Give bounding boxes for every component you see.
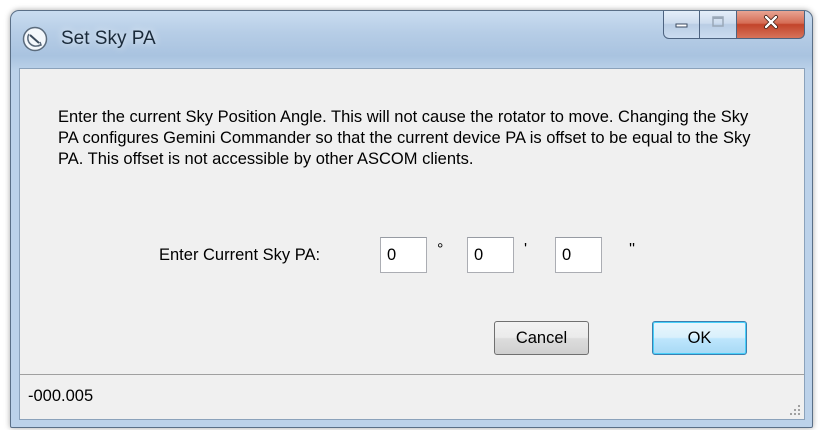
ok-button[interactable]: OK — [652, 321, 747, 355]
dialog-window: Set Sky PA Enter the current Sky Positio… — [10, 10, 813, 428]
description-text: Enter the current Sky Position Angle. Th… — [58, 108, 751, 168]
minimize-icon — [674, 16, 690, 34]
caption-buttons — [663, 11, 805, 39]
minutes-symbol: ' — [524, 241, 528, 258]
minimize-button[interactable] — [663, 11, 700, 39]
close-button[interactable] — [737, 11, 805, 39]
close-icon — [762, 14, 780, 35]
dialog-body: Enter the current Sky Position Angle. Th… — [19, 68, 805, 420]
maximize-icon — [710, 15, 726, 34]
rotator-icon — [22, 26, 48, 52]
status-bar: -000.005 — [20, 374, 804, 419]
degrees-symbol: ° — [437, 241, 444, 258]
degrees-input[interactable] — [380, 237, 427, 273]
title-bar[interactable]: Set Sky PA — [11, 11, 812, 69]
status-text: -000.005 — [28, 387, 94, 405]
resize-grip-icon[interactable] — [787, 402, 801, 416]
minutes-input[interactable] — [467, 237, 514, 273]
window-title: Set Sky PA — [61, 28, 156, 49]
seconds-symbol: '' — [629, 241, 636, 258]
sky-pa-label: Enter Current Sky PA: — [159, 246, 321, 264]
maximize-button[interactable] — [700, 11, 737, 39]
cancel-button[interactable]: Cancel — [494, 321, 589, 355]
seconds-input[interactable] — [555, 237, 602, 273]
